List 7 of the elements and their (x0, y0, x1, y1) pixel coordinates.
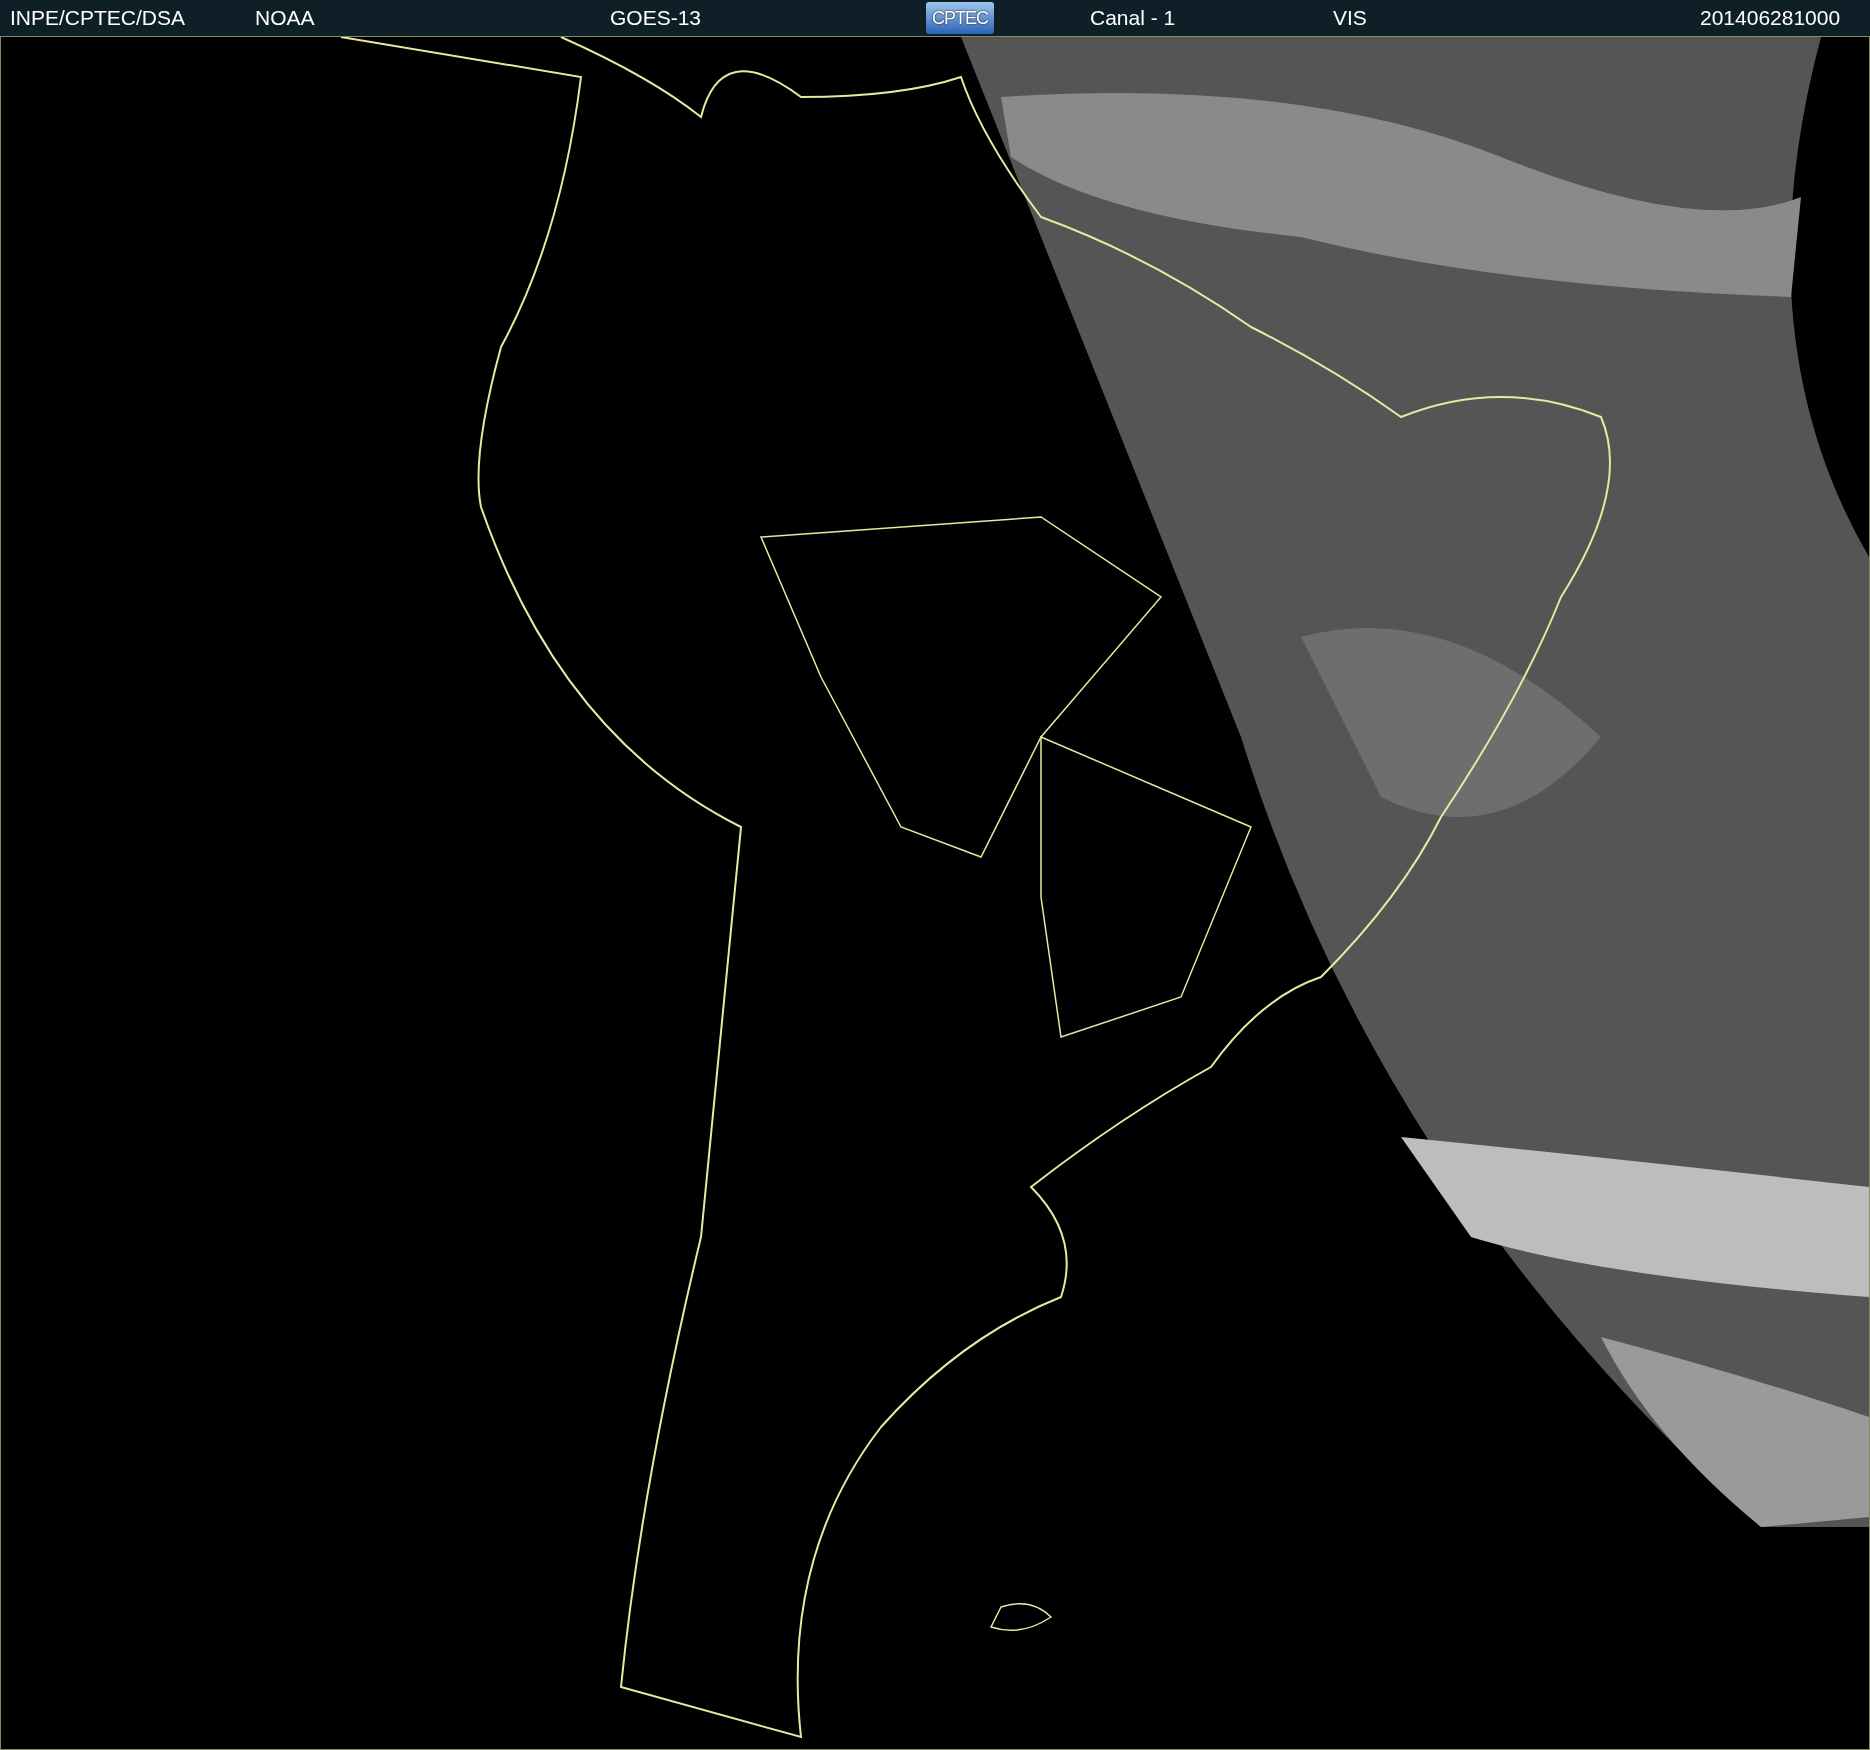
timestamp-label: 201406281000 (1700, 6, 1842, 30)
satellite-label: GOES-13 (610, 6, 703, 30)
source-label: INPE/CPTEC/DSA (10, 6, 187, 30)
logo: CPTEC (926, 2, 994, 34)
band-label: VIS (1333, 6, 1368, 30)
channel-label: Canal - 1 (1090, 6, 1177, 30)
agency-label: NOAA (255, 6, 316, 30)
